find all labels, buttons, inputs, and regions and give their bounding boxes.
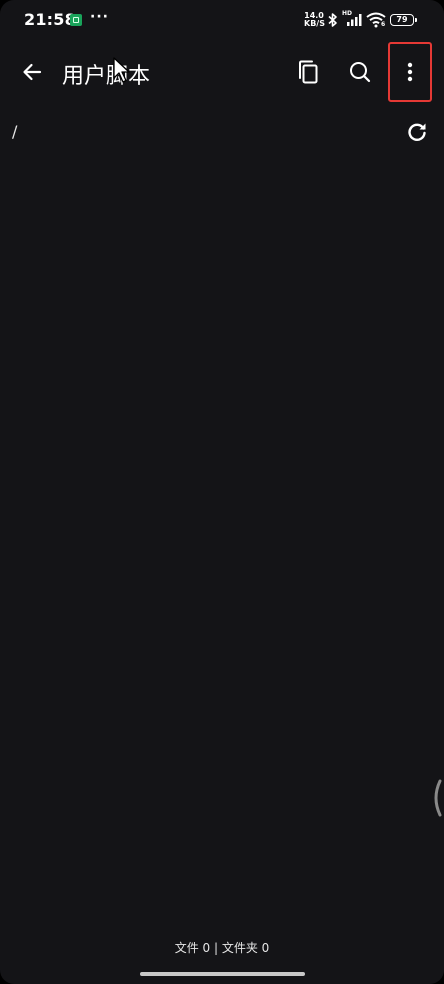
search-icon [350,62,371,83]
wifi-badge: 6 [381,21,386,28]
copy-icon [299,60,318,84]
file-folder-summary: 文件 0 | 文件夹 0 [174,941,270,955]
battery-indicator: 79 [390,14,417,26]
gesture-navigation-bar[interactable] [140,972,305,976]
highlight-annotation-box [388,42,432,102]
more-notifications-indicator: ··· [90,9,109,25]
page-title: 用户脚本 [62,64,151,89]
app-notification-icon [70,14,82,26]
cellular-signal-icon [347,14,362,26]
bluetooth-icon [328,13,337,27]
mouse-cursor-icon [113,57,130,83]
search-button[interactable] [340,52,380,92]
refresh-icon [408,123,426,141]
current-path: / [12,122,18,141]
copy-button[interactable] [288,52,328,92]
edge-gesture-handle[interactable] [430,778,442,818]
network-speed: 14.0 KB/S [304,12,325,28]
refresh-button[interactable] [398,113,436,151]
status-bar: 21:58 ··· 14.0 KB/S HD 6 79 [0,0,444,40]
app-screen: 21:58 ··· 14.0 KB/S HD 6 79 用户脚本 / 文件 0 … [0,0,444,984]
back-button[interactable] [12,52,52,92]
network-speed-unit: KB/S [304,19,325,28]
arrow-left-icon [23,63,42,81]
status-time: 21:58 [24,10,76,29]
app-toolbar: 用户脚本 [0,42,444,102]
